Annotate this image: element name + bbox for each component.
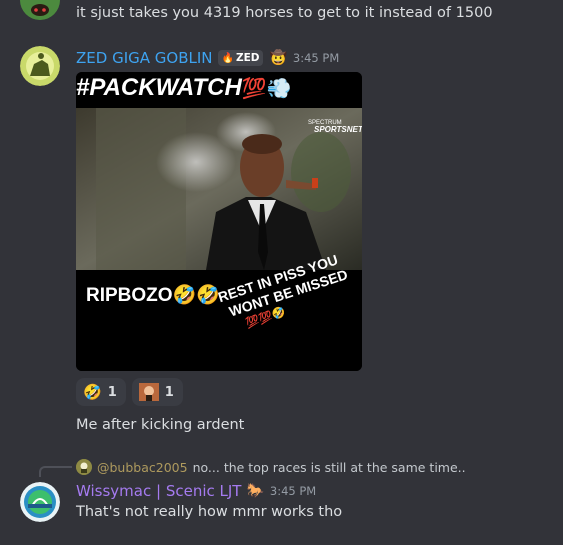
guild-tag-label: ZED [235,52,260,64]
cowboy-emoji-icon: 🤠 [269,50,287,66]
reaction-custom[interactable]: 1 [131,378,183,406]
message-header: ZED GIGA GOBLIN 🔥 ZED 🤠 3:45 PM [76,49,339,67]
horse-rider-avatar-icon[interactable] [20,46,60,86]
reaction-rofl[interactable]: 🤣 1 [76,378,126,406]
reply-preview[interactable]: @bubbac2005 no... the top races is still… [76,459,466,475]
top-caption-text: #PACKWATCH [76,74,242,101]
logo-line2: SPORTSNET [314,125,362,134]
username[interactable]: Wissymac | Scenic LJT [76,482,241,500]
top-caption: #PACKWATCH💯💨 [76,74,292,102]
reply-avatar-icon [76,459,92,475]
custom-face-emoji-icon [138,383,159,401]
rofl-emoji-icon: 🤣 [83,383,102,401]
meme-image[interactable]: SPECTRUM SPORTSNET #PACKWATCH💯💨 RIPBOZO🤣… [76,72,362,371]
flame-icon: 🔥 [221,52,234,64]
message-text: Me after kicking ardent [76,417,245,433]
reply-username[interactable]: @bubbac2005 [97,460,188,475]
reaction-count: 1 [107,384,117,400]
ripbozo-caption: RIPBOZO🤣🤣 [86,285,220,306]
message-header: Wissymac | Scenic LJT 🐎 3:45 PM [76,482,316,500]
reactions-bar: 🤣 1 1 [76,378,183,406]
reaction-count: 1 [164,384,174,400]
top-caption-emoji: 💯💨 [241,78,292,100]
reply-connector [39,466,72,477]
timestamp: 3:45 PM [292,51,340,65]
timestamp: 3:45 PM [269,484,317,498]
goblin-avatar-icon[interactable] [20,0,60,20]
guild-tag[interactable]: 🔥 ZED [217,50,264,66]
horse-emoji-icon: 🐎 [246,483,264,499]
message-text: it sjust takes you 4319 horses to get to… [76,5,493,21]
scenic-logo-avatar-icon[interactable] [20,482,60,522]
username[interactable]: ZED GIGA GOBLIN [76,49,213,67]
reply-text: no... the top races is still at the same… [192,459,466,475]
message-text: That's not really how mmr works tho [76,504,343,520]
